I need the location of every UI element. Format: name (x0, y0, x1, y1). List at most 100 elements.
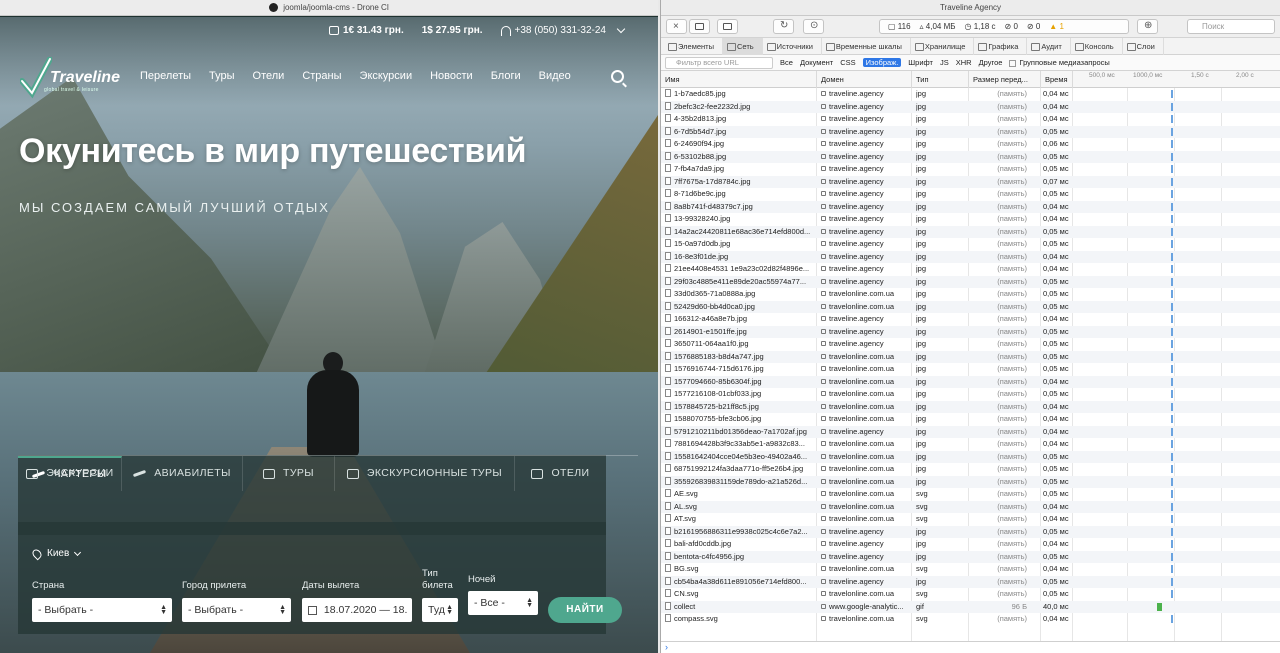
tab-sources[interactable]: Источники (763, 37, 822, 55)
table-row[interactable]: 15-0a97d0db.jpg traveline.agency jpg (памят… (661, 238, 1280, 251)
filter-all[interactable]: Все (780, 58, 793, 67)
table-row[interactable]: 14a2ac24420811e68ac36e714efd800d... trave… (661, 225, 1280, 238)
table-row[interactable]: AE.svg travelonline.com.ua svg (память) 0,05… (661, 488, 1280, 501)
phone-dropdown[interactable]: +38 (050) 331-32-24 (500, 24, 626, 36)
table-row[interactable]: 1577094660-85b6304f.jpg travelonline.com.… (661, 375, 1280, 388)
table-row[interactable]: bentota-c4fc4956.jpg traveline.agency jpg (… (661, 550, 1280, 563)
table-row[interactable]: b2161956886311e9938c025c4c6e7a2... travel… (661, 525, 1280, 538)
table-row[interactable]: AT.svg travelonline.com.ua svg (память) 0,04… (661, 513, 1280, 526)
close-button[interactable]: × (666, 19, 687, 34)
dates-input[interactable]: 18.07.2020 — 18. (302, 598, 412, 622)
table-row[interactable]: 7-fb4a7da9.jpg traveline.agency jpg (память… (661, 163, 1280, 176)
table-row[interactable]: 355926839831159de789do-a21a526d... travel… (661, 475, 1280, 488)
tab-timelines[interactable]: Временные шкалы (822, 37, 911, 55)
nav-video[interactable]: Видео (539, 70, 571, 82)
table-row[interactable]: 15581642404cce04e5b3eo-49402a46... travel… (661, 450, 1280, 463)
table-row[interactable]: 29f03c4885e411e89de20ac55974a77... travel… (661, 275, 1280, 288)
filter-css[interactable]: CSS (840, 58, 855, 67)
table-row[interactable]: BG.svg travelonline.com.ua svg (память) 0,04… (661, 563, 1280, 576)
city-dropdown[interactable]: Киев (30, 547, 82, 560)
detach-button[interactable] (689, 19, 710, 34)
tab-layers[interactable]: Слои (1123, 37, 1164, 55)
table-row[interactable]: 1578845725-b21ff8c5.jpg travelonline.com.… (661, 400, 1280, 413)
col-size[interactable]: Размер перед... (969, 71, 1041, 88)
filter-images[interactable]: Изображ. (862, 58, 902, 67)
cell-name: 16-8e3f01de.jpg (665, 251, 817, 264)
lock-icon (821, 428, 826, 434)
table-row[interactable]: 4-35b2d813.jpg traveline.agency jpg (память… (661, 113, 1280, 126)
nav-excursions[interactable]: Экскурсии (360, 70, 413, 82)
table-row[interactable]: collect www.google-analytic... gif 96 Б 40,0… (661, 600, 1280, 613)
table-row[interactable]: 3650711-064aa1f0.jpg traveline.agency jpg (… (661, 338, 1280, 351)
find-button[interactable]: НАЙТИ (548, 597, 622, 623)
table-row[interactable]: 8a8b741f-d48379c7.jpg traveline.agency jpg… (661, 200, 1280, 213)
table-row[interactable]: 1576885183-b8d4a747.jpg travelonline.com.… (661, 350, 1280, 363)
col-domain[interactable]: Домен (817, 71, 912, 88)
waterfall-bar (1171, 227, 1173, 236)
ticket-type-select[interactable]: Туд ▲ ▼ (422, 598, 458, 622)
table-row[interactable]: 5791210211bd01356deao-7a1702af.jpg travel… (661, 425, 1280, 438)
download-button[interactable]: ⊙ (803, 19, 824, 34)
col-type[interactable]: Тип (912, 71, 969, 88)
table-row[interactable]: 52429d60-bb4d0ca0.jpg travelonline.com.ua… (661, 300, 1280, 313)
nav-hotels[interactable]: Отели (253, 70, 285, 82)
table-row[interactable]: 6-7d5b54d7.jpg traveline.agency jpg (память… (661, 125, 1280, 138)
nav-news[interactable]: Новости (430, 70, 473, 82)
table-row[interactable]: cb54ba4a38d611e891056e714efd800... travel… (661, 575, 1280, 588)
table-row[interactable]: 33d0d365-71a0888a.jpg travelonline.com.ua… (661, 288, 1280, 301)
tab-audit[interactable]: Аудит (1027, 37, 1071, 55)
nights-select[interactable]: - Все - ▲ ▼ (468, 591, 538, 615)
table-row[interactable]: 7881694428b3f9c33ab5e1-a9832c83... travel… (661, 438, 1280, 451)
table-row[interactable]: 1-b7aedc85.jpg traveline.agency jpg (память… (661, 88, 1280, 101)
nav-tours[interactable]: Туры (209, 70, 235, 82)
table-row[interactable]: 16-8e3f01de.jpg traveline.agency jpg (памят… (661, 250, 1280, 264)
crosshair-button[interactable]: ⊕ (1137, 19, 1158, 34)
arrival-select[interactable]: - Выбрать - ▲ ▼ (182, 598, 291, 622)
table-row[interactable]: 1588070755-bfe3cb06.jpg travelonline.com.… (661, 413, 1280, 426)
table-row[interactable]: 1576916744-715d6176.jpg travelonline.com.… (661, 363, 1280, 376)
reload-button[interactable]: ↻ (773, 19, 794, 34)
site-logo[interactable]: Traveline global travel & leisure (20, 57, 125, 109)
filter-js[interactable]: JS (940, 58, 949, 67)
cell-time: 0,05 мс (1043, 301, 1069, 311)
filter-other[interactable]: Другое (979, 58, 1003, 67)
table-row[interactable]: compass.svg travelonline.com.ua svg (память… (661, 613, 1280, 626)
filter-fonts[interactable]: Шрифт (908, 58, 933, 67)
table-row[interactable]: 8-71d6be9c.jpg traveline.agency jpg (память… (661, 188, 1280, 201)
tab-elements[interactable]: Элементы (664, 37, 723, 55)
group-media-checkbox[interactable]: Групповые медиазапросы (1009, 58, 1110, 67)
table-row[interactable]: 2614901-e1501ffe.jpg traveline.agency jpg (… (661, 325, 1280, 338)
col-time[interactable]: Время (1041, 71, 1073, 88)
search-icon[interactable] (611, 70, 624, 83)
url-filter-input[interactable]: Фильтр всего URL (665, 56, 773, 69)
nav-countries[interactable]: Страны (302, 70, 341, 82)
filter-xhr[interactable]: XHR (956, 58, 972, 67)
tab-storage[interactable]: Хранилище (911, 37, 975, 55)
table-row[interactable]: AL.svg travelonline.com.ua svg (память) 0,04… (661, 500, 1280, 513)
tab-excursions[interactable]: Экскурсии (18, 456, 122, 491)
table-row[interactable]: 1577216108-01cbf033.jpg travelonline.com.… (661, 388, 1280, 401)
nav-flights[interactable]: Перелеты (140, 70, 191, 82)
tab-graphics[interactable]: Графика (974, 37, 1028, 55)
nav-blogs[interactable]: Блоги (491, 70, 521, 82)
table-row[interactable]: 2befc3c2-fee2232d.jpg traveline.agency jpg… (661, 100, 1280, 113)
dock-button[interactable] (717, 19, 738, 34)
table-row[interactable]: 7ff7675a-17d8784c.jpg traveline.agency jpg… (661, 175, 1280, 188)
country-select[interactable]: - Выбрать - ▲ ▼ (32, 598, 172, 622)
inspector-search[interactable]: Поиск (1187, 19, 1275, 34)
table-row[interactable]: 13-99328240.jpg traveline.agency jpg (памят… (661, 213, 1280, 226)
table-row[interactable]: 68751992124fa3daa771o-ff5e26b4.jpg travel… (661, 463, 1280, 476)
col-name[interactable]: Имя (661, 71, 817, 88)
filter-document[interactable]: Документ (800, 58, 833, 67)
table-row[interactable]: 21ee4408e4531 1e9a23c02d82f4896e... trave… (661, 263, 1280, 276)
cell-type: jpg (916, 126, 927, 136)
cell-domain: traveline.agency (821, 151, 913, 164)
tab-console[interactable]: Консоль (1071, 37, 1123, 55)
table-row[interactable]: CN.svg travelonline.com.ua svg (память) 0,05… (661, 588, 1280, 601)
table-row[interactable]: 6-53102b88.jpg traveline.agency jpg (память… (661, 150, 1280, 164)
table-row[interactable]: bali-afd0cddb.jpg traveline.agency jpg (пам… (661, 538, 1280, 551)
tab-network[interactable]: Сеть (722, 37, 763, 55)
console-prompt[interactable]: › (661, 641, 1280, 653)
table-row[interactable]: 6-24690f94.jpg traveline.agency jpg (память… (661, 138, 1280, 151)
table-row[interactable]: 166312-a46a8e7b.jpg traveline.agency jpg (п… (661, 313, 1280, 326)
